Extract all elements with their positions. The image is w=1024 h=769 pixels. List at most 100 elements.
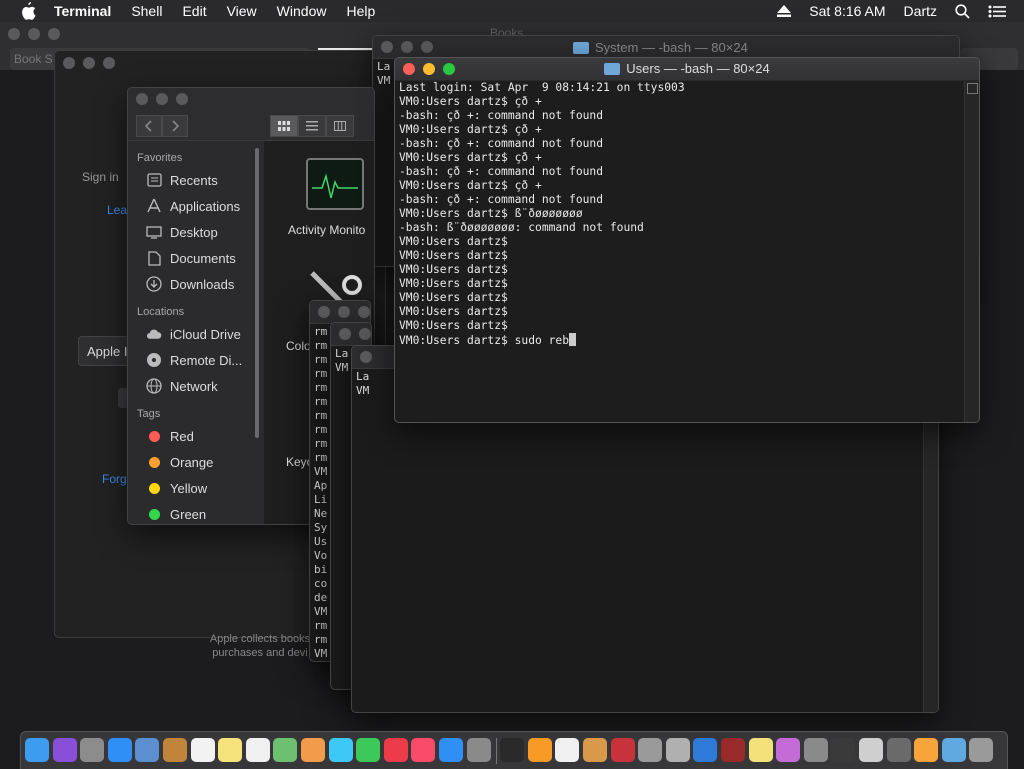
news-icon[interactable] [383, 738, 408, 762]
sidebar-item-network[interactable]: Network [128, 373, 264, 399]
photo-booth-icon[interactable] [610, 738, 635, 762]
terminal-line: -bash: ß¨ðøøøøøøø: command not found [399, 221, 685, 235]
bg-terminal-b-close-button[interactable] [339, 328, 351, 340]
finder-close-button[interactable] [136, 93, 148, 105]
stickies-icon[interactable] [583, 738, 607, 762]
forward-button[interactable] [162, 115, 188, 137]
finder-icon[interactable] [25, 738, 49, 762]
sidebar-item-documents[interactable]: Documents [128, 245, 264, 271]
books-icon[interactable] [527, 738, 552, 762]
edge-icon[interactable] [693, 738, 718, 762]
menu-clock[interactable]: Sat 8:16 AM [809, 3, 885, 19]
activity-monitor-icon[interactable] [831, 738, 856, 762]
books-close-button[interactable] [8, 28, 20, 40]
sheet-zoom-button[interactable] [103, 57, 115, 69]
sidebar-item-downloads[interactable]: Downloads [128, 271, 264, 297]
list-view-button[interactable] [298, 115, 326, 137]
sidebar-tag-orange[interactable]: Orange [128, 449, 264, 475]
icon-view-button[interactable] [270, 115, 298, 137]
system-terminal-output[interactable]: La VM [377, 60, 390, 88]
notification-center-icon[interactable] [988, 5, 1006, 18]
menu-window[interactable]: Window [277, 3, 327, 19]
sidebar-item-recents[interactable]: Recents [128, 167, 264, 193]
downloads-folder-icon[interactable] [941, 738, 966, 762]
home-icon[interactable] [914, 738, 939, 762]
reminders-icon[interactable] [245, 738, 270, 762]
terminal-scrollbar[interactable] [964, 80, 979, 422]
sidebar-item-label: Orange [170, 454, 214, 470]
preview-icon[interactable] [135, 738, 160, 762]
bg-terminal-a-close-button[interactable] [318, 306, 330, 318]
launchpad-icon[interactable] [80, 738, 105, 762]
menu-edit[interactable]: Edit [182, 3, 206, 19]
bg-terminal-a-output[interactable]: rm rm rm rm rm rm rm rm rm rm VM Ap Li Ne Sy Us Vo bi co de… [314, 325, 327, 661]
desktop-icon [146, 224, 162, 240]
sheet-minimize-button[interactable] [83, 57, 95, 69]
bg-terminal-b-minimize-button[interactable] [359, 328, 371, 340]
sidebar-item-remote-disc[interactable]: Remote Di... [128, 347, 264, 373]
bg-terminal-b-output[interactable]: La VM [335, 347, 348, 375]
photos-icon[interactable] [301, 738, 325, 762]
system-preferences-icon[interactable] [466, 738, 491, 762]
music-icon[interactable] [411, 738, 436, 762]
font-book-icon[interactable] [803, 738, 828, 762]
menu-help[interactable]: Help [346, 3, 375, 19]
documents-icon [146, 250, 162, 266]
back-button[interactable] [136, 115, 162, 137]
sidebar-tag-yellow[interactable]: Yellow [128, 475, 264, 501]
finder-zoom-button[interactable] [176, 93, 188, 105]
books-learn-more-link[interactable]: Lea [107, 203, 127, 217]
menu-view[interactable]: View [227, 3, 257, 19]
bg-terminal-a-minimize-button[interactable] [338, 306, 350, 318]
terminal-window: Users — -bash — 80×24 Last login: Sat Ap… [394, 57, 980, 423]
bg-terminal-c-output[interactable]: La VM [356, 370, 369, 398]
disk-utility-icon[interactable] [665, 738, 690, 762]
bg-terminal-c-close-button[interactable] [360, 351, 372, 363]
console-icon[interactable] [859, 738, 883, 762]
chess-icon[interactable] [886, 738, 911, 762]
system-terminal-zoom-button[interactable] [421, 41, 433, 53]
eject-icon[interactable] [777, 5, 792, 17]
recents-icon [146, 172, 162, 188]
finder-minimize-button[interactable] [156, 93, 168, 105]
textedit-icon[interactable] [555, 738, 580, 762]
books-forgot-link[interactable]: Forg [102, 472, 127, 486]
facetime-icon[interactable] [356, 738, 381, 762]
maps-icon[interactable] [273, 738, 298, 762]
apple-menu-icon[interactable] [20, 2, 38, 20]
system-terminal-close-button[interactable] [381, 41, 393, 53]
menu-shell[interactable]: Shell [131, 3, 162, 19]
terminal-icon[interactable] [500, 738, 525, 762]
sidebar-tag-red[interactable]: Red [128, 423, 264, 449]
terminal-output[interactable]: Last login: Sat Apr 9 08:14:21 on ttys00… [399, 81, 685, 348]
siri-icon[interactable] [52, 738, 77, 762]
automator-icon[interactable] [638, 738, 663, 762]
calendar-icon[interactable] [190, 738, 215, 762]
sidebar-tag-green[interactable]: Green [128, 501, 264, 524]
spotlight-icon[interactable] [955, 3, 970, 19]
books-minimize-button[interactable] [28, 28, 40, 40]
menu-app-name[interactable]: Terminal [54, 3, 111, 19]
bg-terminal-a-zoom-button[interactable] [358, 306, 370, 318]
safari-icon[interactable] [107, 738, 132, 762]
script-editor-icon[interactable] [776, 738, 801, 762]
sheet-close-button[interactable] [63, 57, 75, 69]
notes-icon[interactable] [218, 738, 243, 762]
terminal-split-button[interactable] [966, 83, 978, 94]
notebook-icon[interactable] [163, 738, 187, 762]
finder-sidebar-scrollbar[interactable] [255, 148, 259, 438]
column-view-button[interactable] [326, 115, 354, 137]
menu-user[interactable]: Dartz [904, 3, 937, 19]
trash-icon[interactable] [969, 738, 994, 762]
sidebar-item-icloud-drive[interactable]: iCloud Drive [128, 321, 264, 347]
sidebar-item-applications[interactable]: Applications [128, 193, 264, 219]
books-zoom-button[interactable] [48, 28, 60, 40]
terminal-line: bi [314, 563, 328, 576]
messages-icon[interactable] [328, 738, 353, 762]
app-store-icon[interactable] [439, 738, 463, 762]
dictionary-icon[interactable] [721, 738, 745, 762]
stickies-notes-icon[interactable] [748, 738, 773, 762]
activity-monitor-app-icon[interactable] [306, 158, 364, 210]
system-terminal-minimize-button[interactable] [401, 41, 413, 53]
sidebar-item-desktop[interactable]: Desktop [128, 219, 264, 245]
